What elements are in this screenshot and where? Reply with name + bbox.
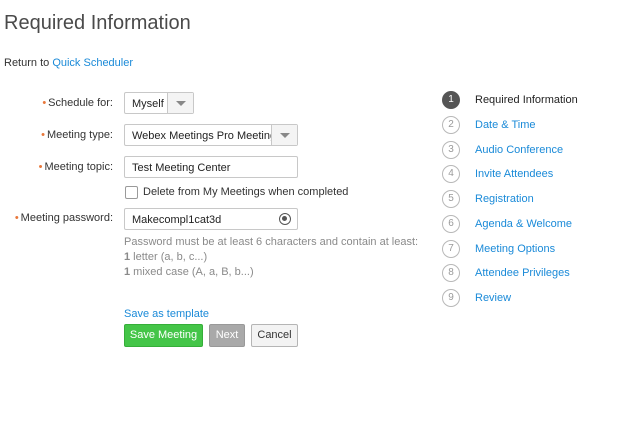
required-marker: • (42, 97, 47, 109)
meeting-type-value: Webex Meetings Pro Meeting (132, 130, 277, 142)
step-label: Required Information (475, 94, 578, 106)
step-number: 1 (442, 91, 460, 109)
show-password-icon[interactable] (279, 213, 291, 225)
delete-when-completed-label: Delete from My Meetings when completed (143, 186, 349, 198)
schedule-for-dropdown-button[interactable] (167, 93, 193, 113)
chevron-down-icon (176, 101, 186, 106)
page-title: Required Information (4, 12, 191, 34)
delete-when-completed-checkbox[interactable] (125, 186, 138, 199)
step-number: 7 (442, 240, 460, 258)
save-meeting-button[interactable]: Save Meeting (124, 324, 203, 347)
return-prefix: Return to (4, 57, 53, 69)
hint-text: letter (a, b, c...) (130, 251, 208, 263)
step-attendee-privileges[interactable]: 8 Attendee Privileges (442, 264, 622, 284)
required-marker: • (14, 212, 19, 224)
hint-text: mixed case (A, a, B, b...) (130, 266, 254, 278)
schedule-for-label-text: Schedule for: (48, 97, 113, 109)
cancel-button[interactable]: Cancel (251, 324, 298, 347)
step-registration[interactable]: 5 Registration (442, 190, 622, 210)
step-label: Audio Conference (475, 144, 564, 156)
step-invite-attendees[interactable]: 4 Invite Attendees (442, 165, 622, 185)
step-number: 5 (442, 190, 460, 208)
meeting-topic-label-text: Meeting topic: (44, 161, 113, 173)
schedule-for-select[interactable]: Myself (124, 92, 194, 114)
step-label: Date & Time (475, 119, 536, 131)
meeting-password-label: • Meeting password: (15, 212, 113, 224)
step-label: Registration (475, 193, 534, 205)
schedule-for-value: Myself (132, 98, 164, 110)
password-hint-line2: 1 letter (a, b, c...) (124, 250, 418, 265)
password-hint-line3: 1 mixed case (A, a, B, b...) (124, 265, 418, 280)
required-marker: • (41, 129, 45, 141)
step-review[interactable]: 9 Review (442, 289, 622, 309)
step-audio-conference[interactable]: 3 Audio Conference (442, 141, 622, 161)
step-number: 3 (442, 141, 460, 159)
next-button[interactable]: Next (209, 324, 245, 347)
meeting-type-label-text: Meeting type: (46, 129, 113, 141)
step-date-time[interactable]: 2 Date & Time (442, 116, 622, 136)
password-hint: Password must be at least 6 characters a… (124, 235, 418, 280)
required-marker: • (38, 161, 43, 173)
save-as-template-link[interactable]: Save as template (124, 308, 209, 320)
meeting-password-value: Makecompl1cat3d (132, 214, 222, 226)
step-label: Invite Attendees (475, 168, 554, 180)
step-label: Agenda & Welcome (475, 218, 573, 230)
step-label: Meeting Options (475, 243, 556, 255)
meeting-type-select[interactable]: Webex Meetings Pro Meeting (124, 124, 298, 146)
step-required-information[interactable]: 1 Required Information (442, 91, 622, 111)
meeting-type-dropdown-button[interactable] (271, 125, 297, 145)
chevron-down-icon (280, 133, 290, 138)
step-label: Review (475, 292, 512, 304)
step-meeting-options[interactable]: 7 Meeting Options (442, 240, 622, 260)
step-number: 4 (442, 165, 460, 183)
step-number: 9 (442, 289, 460, 307)
step-number: 2 (442, 116, 460, 134)
return-row: Return to Quick Scheduler (4, 57, 133, 69)
meeting-topic-input[interactable]: Test Meeting Center (124, 156, 298, 178)
meeting-topic-label: • Meeting topic: (39, 161, 113, 173)
quick-scheduler-link[interactable]: Quick Scheduler (52, 57, 133, 69)
meeting-password-input[interactable]: Makecompl1cat3d (124, 208, 298, 230)
password-hint-line1: Password must be at least 6 characters a… (124, 236, 419, 248)
step-number: 6 (442, 215, 460, 233)
step-number: 8 (442, 264, 460, 282)
step-agenda-welcome[interactable]: 6 Agenda & Welcome (442, 215, 622, 235)
meeting-type-label: • Meeting type: (41, 129, 113, 141)
step-label: Attendee Privileges (475, 267, 570, 279)
schedule-for-label: • Schedule for: (42, 97, 113, 109)
meeting-password-label-text: Meeting password: (20, 212, 113, 224)
